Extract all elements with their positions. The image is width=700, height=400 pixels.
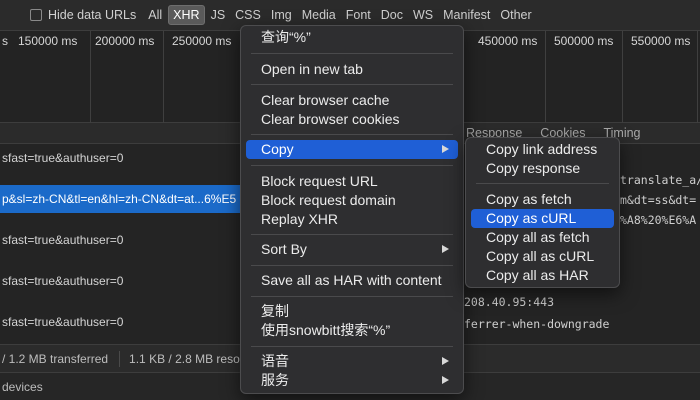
menu-item-copy-zh[interactable]: 复制 [246,302,458,321]
filter-input-edge[interactable] [6,0,20,31]
menu-item-open-new-tab[interactable]: Open in new tab [246,60,458,79]
filter-type-manifest[interactable]: Manifest [439,6,494,24]
menu-separator [251,84,453,85]
filter-type-js[interactable]: JS [207,6,230,24]
menu-separator [251,265,453,266]
menu-item-sort-by-label: Sort By [261,241,307,257]
detail-line: 208.40.95:443 [464,295,555,309]
menu-item-services-label: 服务 [261,372,289,388]
submenu-item-copy-all-har[interactable]: Copy all as HAR [471,266,614,285]
menu-item-copy[interactable]: Copy [246,140,458,159]
hide-data-urls-label: Hide data URLs [48,8,137,22]
detail-line: m&dt=ss&dt= [620,193,697,207]
submenu-arrow-icon [442,145,449,153]
timeline-tick-label: s [2,34,8,48]
submenu-item-copy-fetch[interactable]: Copy as fetch [471,190,614,209]
menu-item-search-snowbitt[interactable]: 使用snowbitt搜索“%” [246,321,458,340]
menu-item-replay-xhr[interactable]: Replay XHR [246,210,458,229]
filter-type-xhr[interactable]: XHR [168,5,205,25]
filter-type-css[interactable]: CSS [231,6,265,24]
timeline-tick [545,31,546,123]
detail-line: ferrer-when-downgrade [464,317,610,331]
submenu-arrow-icon [442,245,449,253]
menu-separator [251,165,453,166]
menu-item-clear-cache[interactable]: Clear browser cache [246,91,458,110]
timeline-tick-label: 150000 ms [18,34,78,48]
timeline-tick-label: 450000 ms [478,34,538,48]
submenu-arrow-icon [442,357,449,365]
menu-separator [251,296,453,297]
menu-separator [476,183,609,184]
filter-type-all[interactable]: All [144,6,166,24]
drawer-tab-devices[interactable]: devices [2,380,43,394]
submenu-item-copy-link[interactable]: Copy link address [471,140,614,159]
status-transferred: / 1.2 MB transferred [2,351,109,366]
filter-type-ws[interactable]: WS [409,6,437,24]
timeline-tick [90,31,91,123]
status-divider [119,350,121,367]
menu-item-query[interactable]: 查询“%” [246,28,458,47]
timeline-tick-label: 500000 ms [554,34,614,48]
timeline-tick [163,31,164,123]
detail-line: %A8%20%E6%A [620,213,697,227]
menu-item-block-url[interactable]: Block request URL [246,172,458,191]
filter-type-media[interactable]: Media [298,6,340,24]
filter-type-other[interactable]: Other [496,6,535,24]
filter-type-doc[interactable]: Doc [377,6,407,24]
timeline-tick-label: 200000 ms [95,34,155,48]
menu-separator [251,53,453,54]
hide-data-urls-checkbox[interactable] [30,9,42,21]
timeline-tick-label: 250000 ms [172,34,232,48]
context-menu: 查询“%” Open in new tab Clear browser cach… [240,25,464,394]
filter-type-font[interactable]: Font [342,6,375,24]
submenu-item-copy-all-curl[interactable]: Copy all as cURL [471,247,614,266]
menu-item-copy-label: Copy [261,141,294,157]
copy-submenu: Copy link address Copy response Copy as … [465,137,620,288]
submenu-item-copy-curl[interactable]: Copy as cURL [471,209,614,228]
filter-type-img[interactable]: Img [267,6,296,24]
menu-separator [251,134,453,135]
menu-separator [251,346,453,347]
menu-item-clear-cookies[interactable]: Clear browser cookies [246,110,458,129]
menu-item-block-domain[interactable]: Block request domain [246,191,458,210]
submenu-arrow-icon [442,376,449,384]
menu-item-services[interactable]: 服务 [246,371,458,390]
menu-item-save-har[interactable]: Save all as HAR with content [246,271,458,290]
timeline-tick-label: 550000 ms [631,34,691,48]
detail-line: translate_a/ [620,173,700,187]
menu-separator [251,234,453,235]
submenu-item-copy-response[interactable]: Copy response [471,159,614,178]
menu-item-sort-by[interactable]: Sort By [246,240,458,259]
timeline-tick [697,31,698,123]
submenu-item-copy-all-fetch[interactable]: Copy all as fetch [471,228,614,247]
menu-item-voice[interactable]: 语音 [246,352,458,371]
status-resources: 1.1 KB / 2.8 MB reso [129,351,240,366]
menu-item-voice-label: 语音 [261,353,289,369]
timeline-tick [622,31,623,123]
